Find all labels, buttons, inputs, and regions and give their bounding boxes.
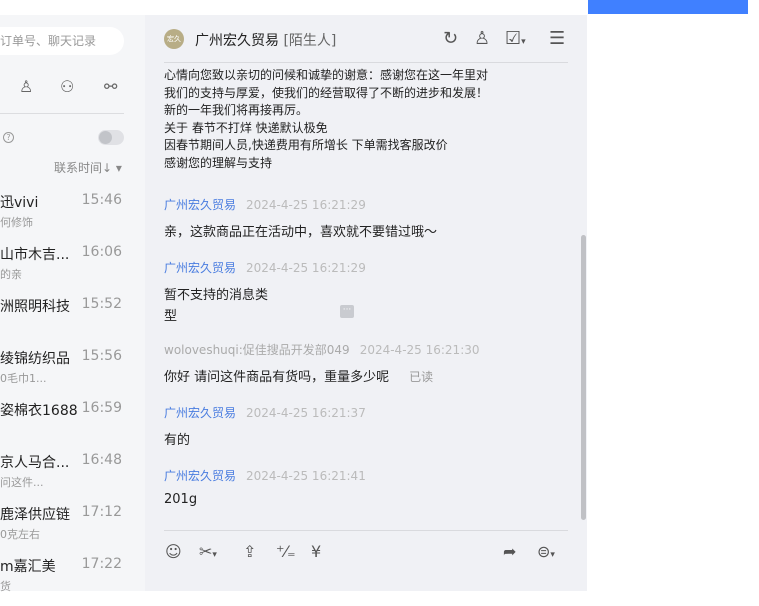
sort-dropdown[interactable]: 联系时间↓ ▾ [54,159,122,176]
message: 广州宏久贸易 2024-4-25 16:21:37 有的 [164,404,366,448]
chat-title: 广州宏久贸易 [陌生人] [195,30,336,50]
message-list: 心情向您致以亲切的问候和诚挚的谢意：感谢您在这一年里对 我们的支持与厚爱，使我们… [164,65,564,530]
message-text: 型 [164,309,178,324]
contact-time: 16:48 [81,452,122,468]
avatar[interactable]: 宏久 [164,29,184,49]
contact-item[interactable]: 鹿泽供应链 17:12 0克左右 [0,504,124,554]
message-text: 有的 [164,433,191,448]
message-sender: 广州宏久贸易 [164,261,237,275]
contact-time: 16:59 [81,400,122,416]
message: 广州宏久贸易 2024-4-25 16:21:41 201g [164,467,366,507]
contact-name: 绫锦纺织品 [0,351,70,367]
filter-toggle[interactable] [98,130,124,145]
primary-action-bar[interactable] [588,0,748,14]
emoji-icon[interactable]: ☺ [165,542,182,561]
contact-item[interactable]: 姿棉衣1688 16:59 [0,400,124,450]
contact-name: 山市木吉... [0,247,70,263]
scrollbar[interactable] [581,235,586,520]
notice-line: 新的一年我们将再接再厉。 [164,103,309,117]
contact-name: 洲照明科技 [0,299,70,315]
contact-preview: 货 [0,580,11,593]
message-body: 你好 请问这件商品有货吗，重量多少呢 [164,370,390,385]
history-icon[interactable]: ↻ [443,28,458,49]
divider [164,62,568,63]
divider [0,113,124,114]
upload-icon[interactable]: ⇪ [243,542,256,561]
contact-time: 15:52 [81,296,122,312]
quick-reply-icon[interactable]: ⊜▾ [537,542,555,561]
message-time: 2024-4-25 16:21:29 [246,198,366,212]
contact-name: 姿棉衣1688 [0,403,78,419]
contact-name: 迅vivi [0,195,39,211]
message-sender: woloveshuqi:促佳搜品开发部049 [164,343,350,357]
scissors-icon[interactable]: ✂▾ [199,542,217,561]
message-time: 2024-4-25 16:21:29 [246,261,366,275]
divider [164,530,568,531]
message-sender: 广州宏久贸易 [164,406,237,420]
message-time: 2024-4-25 16:21:30 [359,343,480,357]
contact-item[interactable]: 山市木吉... 16:06 的亲 [0,244,124,294]
menu-icon[interactable]: ☰ [549,28,565,49]
message-time: 2024-4-25 16:21:37 [246,406,366,420]
notice-line: 关于 春节不打烊 快递默认极免 [164,120,328,135]
contact-item[interactable]: 京人马合... 16:48 问这件... [0,452,124,502]
notice-line: 我们的支持与厚爱，使我们的经营取得了不断的进步和发展！ [164,85,489,100]
message-text: 亲，这款商品正在活动中，喜欢就不要错过哦～ [164,225,438,240]
chat-panel: 宏久 广州宏久贸易 [陌生人] ↻ ♙ ☑▾ ☰ 心情向您致以亲切的问候和诚挚的… [145,15,587,591]
group-icon[interactable]: ⚇ [60,77,74,96]
stranger-tag: [陌生人] [283,33,337,49]
contact-name: 京人马合... [0,455,70,471]
contact-time: 16:06 [81,244,122,260]
notice-line: 因春节期间人员,快递费用有所增长 下单需找客服改价 [164,138,448,152]
share-icon[interactable]: ➦ [503,542,516,561]
message-text: 201g [164,492,198,507]
add-contact-icon[interactable]: ♙ [474,28,490,49]
coupon-icon[interactable]: ¥ [311,542,321,561]
contact-name: 广州宏久贸易 [195,33,279,49]
message-sender: 广州宏久贸易 [164,198,237,212]
message-text: 你好 请问这件商品有货吗，重量多少呢 已读 [164,366,480,385]
contact-name: m嘉汇美 [0,559,56,575]
contact-item[interactable]: 迅vivi 15:46 何修饰 [0,192,124,242]
task-icon[interactable]: ☑▾ [505,28,526,49]
contact-preview: 的亲 [0,268,22,281]
contact-item[interactable]: m嘉汇美 17:22 货 [0,556,124,606]
contact-preview: 何修饰 [0,216,33,229]
contact-preview: 0克左右 [0,528,40,541]
contact-time: 15:56 [81,348,122,364]
contact-preview: 0毛巾1... [0,372,47,385]
contact-sidebar: 订单号、聊天记录 ♙ ⚇ ⚯ ? 联系时间↓ ▾ 迅vivi 15:46 何修饰 山… [0,15,145,593]
message-sender: 广州宏久贸易 [164,469,237,483]
contact-icon[interactable]: ♙ [19,77,33,96]
contact-name: 鹿泽供应链 [0,507,70,523]
calculator-icon[interactable]: ⁺⁄₌ [276,542,296,561]
message: woloveshuqi:促佳搜品开发部049 2024-4-25 16:21:30… [164,341,480,385]
message-text: 暂不支持的消息类 [164,288,269,303]
contact-item[interactable]: 绫锦纺织品 15:56 0毛巾1... [0,348,124,398]
notice-line: 心情向您致以亲切的问候和诚挚的谢意：感谢您在这一年里对 [164,68,489,82]
help-icon[interactable]: ? [3,132,14,143]
contact-preview: 问这件... [0,476,44,489]
org-icon[interactable]: ⚯ [104,77,117,96]
read-status: 已读 [409,370,434,384]
contact-item[interactable]: 洲照明科技 15:52 [0,296,124,346]
more-icon[interactable]: ··· [340,305,354,318]
message: 广州宏久贸易 2024-4-25 16:21:29 亲，这款商品正在活动中，喜欢就不… [164,196,437,240]
message: 广州宏久贸易 2024-4-25 16:21:29 暂不支持的消息类型 [164,259,366,324]
contact-time: 15:46 [81,192,122,208]
notice-line: 感谢您的理解与支持 [164,155,273,170]
contact-time: 17:22 [81,556,122,572]
notice-message: 心情向您致以亲切的问候和诚挚的谢意：感谢您在这一年里对 我们的支持与厚爱，使我们… [164,67,488,172]
message-time: 2024-4-25 16:21:41 [246,469,366,483]
contact-time: 17:12 [81,504,122,520]
right-panel [587,15,759,591]
search-input[interactable]: 订单号、聊天记录 [0,27,124,55]
